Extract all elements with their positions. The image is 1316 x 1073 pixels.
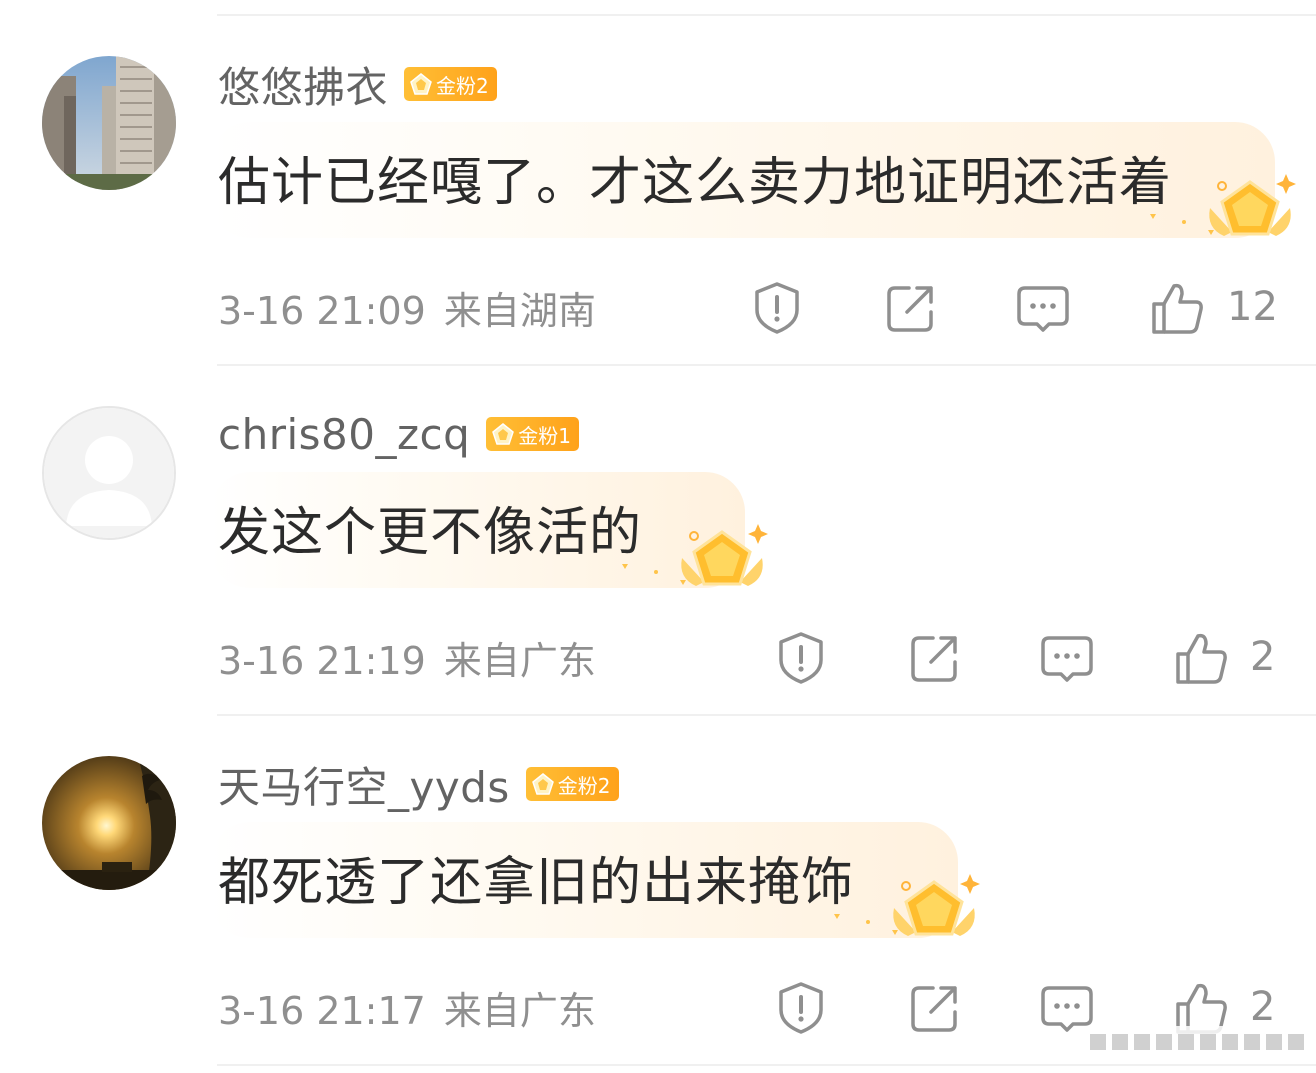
comment-meta: 3-16 21:17 来自广东 [218,980,596,1035]
comment-text[interactable]: 发这个更不像活的 [218,490,642,565]
comment-time: 3-16 21:19 [218,639,426,683]
comment-divider [217,1064,1316,1066]
comment-time: 3-16 21:17 [218,989,426,1033]
comment-meta: 3-16 21:09 来自湖南 [218,280,596,335]
avatar[interactable] [42,56,176,190]
comment-time: 3-16 21:09 [218,289,426,333]
avatar[interactable] [42,756,176,890]
like-count: 12 [1227,284,1278,330]
comment-location: 来自广东 [443,989,596,1033]
comment-location: 来自广东 [443,639,596,683]
gold-fan-decoration-icon [622,524,768,586]
report-icon[interactable] [749,280,805,336]
like-icon[interactable] [1174,630,1230,686]
share-icon[interactable] [883,280,939,336]
gold-fan-decoration-icon [1150,174,1296,236]
username[interactable]: 天马行空_yyds [218,754,510,815]
gold-fan-badge-icon [492,423,515,445]
gold-fan-badge[interactable]: 金粉2 [525,767,619,801]
like-count: 2 [1250,634,1276,680]
gold-fan-badge-icon [410,73,432,95]
share-icon[interactable] [907,980,963,1036]
username[interactable]: 悠悠拂衣 [218,54,388,115]
comment-text[interactable]: 估计已经嘎了。才这么卖力地证明还活着 [218,140,1172,215]
gold-fan-badge-icon [531,773,554,795]
badge-label: 金粉2 [436,73,489,98]
report-icon[interactable] [773,980,829,1036]
reply-icon[interactable] [1039,630,1095,686]
share-icon[interactable] [907,630,963,686]
watermark-overlay [1080,1026,1310,1058]
comment-text[interactable]: 都死透了还拿旧的出来掩饰 [218,840,854,915]
gold-fan-decoration-icon [834,874,980,936]
report-icon[interactable] [773,630,829,686]
badge-label: 金粉2 [557,773,611,798]
like-icon[interactable] [1150,280,1206,336]
comment-location: 来自湖南 [443,289,596,333]
comment-item: 悠悠拂衣 金粉2 估计已经嘎了。才这么卖力地证明还活着 3-16 21:09 来自… [0,0,1316,350]
reply-icon[interactable] [1015,280,1071,336]
avatar[interactable] [42,406,176,540]
comment-meta: 3-16 21:19 来自广东 [218,630,596,685]
badge-label: 金粉1 [518,423,572,448]
gold-fan-badge[interactable]: 金粉2 [404,67,497,101]
comment-item: chris80_zcq 金粉1 发这个更不像活的 3-16 21:19 来自广东 … [0,350,1316,700]
gold-fan-badge[interactable]: 金粉1 [486,417,580,451]
username[interactable]: chris80_zcq [218,410,470,459]
comment-item: 天马行空_yyds 金粉2 都死透了还拿旧的出来掩饰 3-16 21:17 来自广… [0,700,1316,1050]
